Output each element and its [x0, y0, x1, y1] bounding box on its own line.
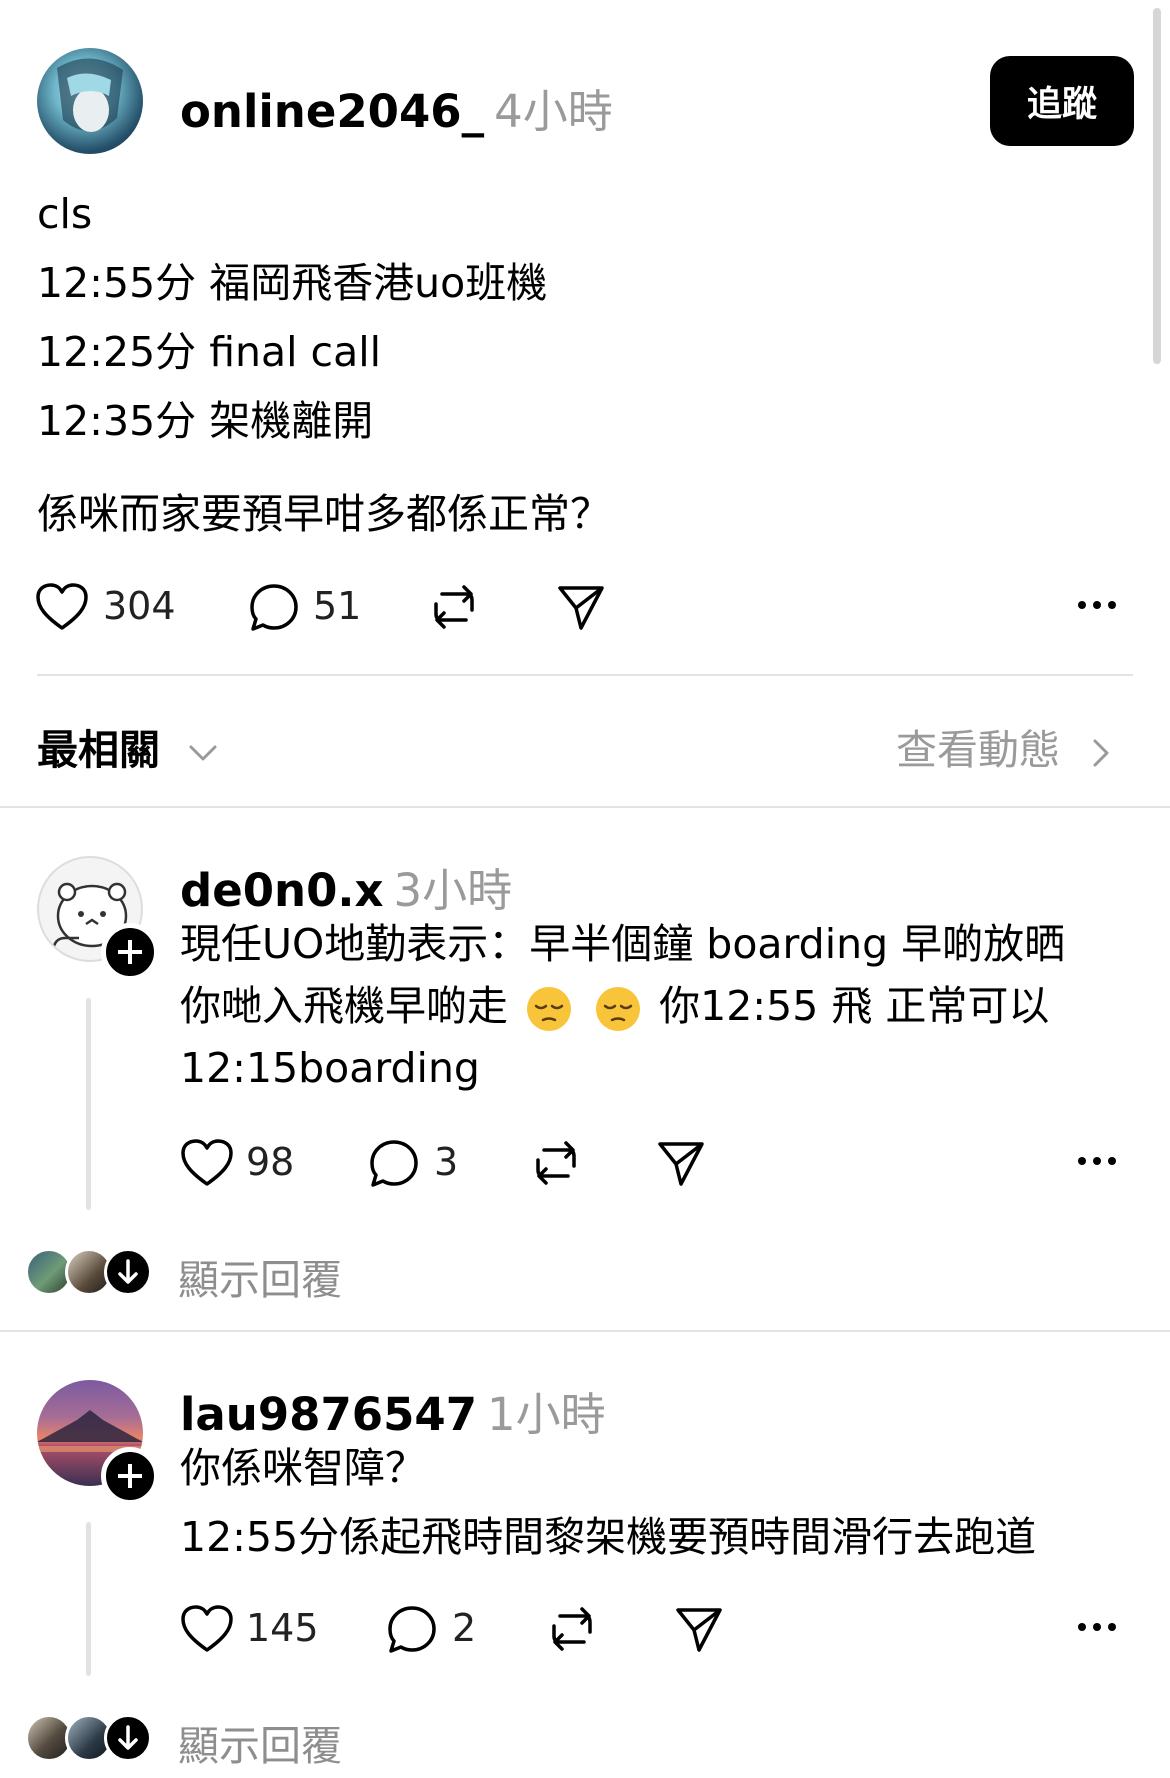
more-icon[interactable]: [1077, 1154, 1117, 1168]
post-text-line-3: 12:25分 final call: [37, 328, 381, 376]
reply2-text-line-1: 你係咪智障？: [180, 1444, 426, 1492]
share-icon[interactable]: [674, 1604, 724, 1654]
post-text-line-4: 12:35分 架機離開: [37, 397, 374, 445]
reply1-text-line-2a: 你哋入飛機早啲走: [180, 982, 508, 1030]
reply2-comment-count: 2: [452, 1606, 477, 1650]
repost-icon[interactable]: [546, 1602, 598, 1656]
view-activity-link[interactable]: 查看動態: [896, 716, 1111, 776]
view-activity-label: 查看動態: [896, 726, 1060, 774]
reply2-time: 1小時: [487, 1388, 606, 1441]
post-like-count: 304: [103, 584, 176, 628]
reply1-username[interactable]: de0n0.x: [180, 864, 384, 917]
reply2-username-row: lau9876547 1小時: [180, 1378, 606, 1443]
heart-icon[interactable]: [35, 582, 89, 632]
reply2-follow-plus-icon[interactable]: [101, 1447, 159, 1505]
post-username-row: online2046_ 4小時: [180, 75, 613, 140]
comment-icon[interactable]: [368, 1138, 420, 1190]
more-icon[interactable]: [1077, 598, 1117, 612]
reply1-comment-count: 3: [434, 1140, 459, 1184]
reply1-like-count: 98: [246, 1140, 295, 1184]
reply2-text-line-2: 12:55分係起飛時間黎架機要預時間滑行去跑道: [180, 1513, 1037, 1561]
reply1-thread-line: [86, 998, 91, 1210]
scrollbar-thumb[interactable]: [1153, 8, 1161, 364]
reply-divider: [0, 1330, 1170, 1332]
sort-dropdown[interactable]: 最相關: [37, 716, 218, 776]
follow-label: 追蹤: [1026, 84, 1097, 125]
repost-icon[interactable]: [530, 1136, 582, 1190]
post-question: 係咪而家要預早咁多都係正常？: [37, 490, 611, 538]
share-icon[interactable]: [556, 582, 606, 632]
reply1-show-replies[interactable]: 顯示回覆: [178, 1246, 342, 1306]
post-divider: [37, 674, 1133, 676]
reply1-text-line-2: 你哋入飛機早啲走 你12:55 飛 正常可以: [180, 982, 1049, 1033]
reply1-text-line-1: 現任UO地勤表示：早半個鐘 boarding 早啲放晒: [180, 920, 1066, 968]
pensive-face-emoji: [596, 987, 641, 1031]
reply2-show-replies[interactable]: 顯示回覆: [178, 1712, 342, 1772]
heart-icon[interactable]: [180, 1138, 234, 1188]
reply1-username-row: de0n0.x 3小時: [180, 854, 512, 919]
reply2-like-count: 145: [246, 1606, 319, 1650]
arrow-down-icon[interactable]: [104, 1248, 152, 1296]
reply1-follow-plus-icon[interactable]: [101, 923, 159, 981]
sort-label: 最相關: [37, 726, 160, 774]
arrow-down-icon[interactable]: [104, 1714, 152, 1762]
reply1-text-line-3: 12:15boarding: [180, 1044, 480, 1092]
comment-icon[interactable]: [386, 1604, 438, 1656]
repost-icon[interactable]: [428, 580, 480, 634]
comment-icon[interactable]: [248, 582, 300, 634]
heart-icon[interactable]: [180, 1604, 234, 1654]
reply1-text-line-2b: 你12:55 飛 正常可以: [659, 982, 1050, 1030]
share-icon[interactable]: [656, 1138, 706, 1188]
post-time: 4小時: [494, 85, 613, 138]
reply2-username[interactable]: lau9876547: [180, 1388, 477, 1441]
chevron-down-icon: [189, 745, 217, 761]
chevron-right-icon: [1093, 739, 1109, 767]
post-author-avatar[interactable]: [37, 48, 143, 154]
post-text-line-2: 12:55分 福岡飛香港uo班機: [37, 259, 548, 307]
pensive-face-emoji: [527, 987, 572, 1031]
reply2-thread-line: [86, 1522, 91, 1676]
more-icon[interactable]: [1077, 1620, 1117, 1634]
post-text-line-1: cls: [37, 190, 93, 238]
reply1-time: 3小時: [393, 864, 513, 917]
post-comment-count: 51: [313, 584, 362, 628]
post-username[interactable]: online2046_: [180, 85, 484, 138]
section-divider: [0, 806, 1170, 808]
follow-button[interactable]: 追蹤: [990, 56, 1134, 146]
